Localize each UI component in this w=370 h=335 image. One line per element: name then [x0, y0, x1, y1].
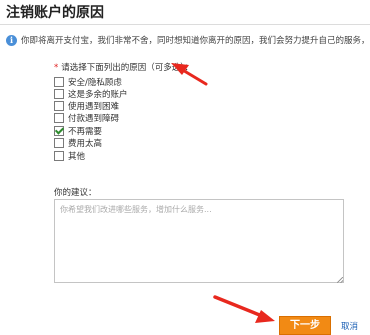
required-asterisk: * [54, 63, 59, 73]
checkbox[interactable] [54, 138, 64, 148]
reason-option-security[interactable]: 安全/隐私顾虑 [54, 76, 122, 88]
checkbox[interactable] [54, 89, 64, 99]
reason-option-payment-obstacle[interactable]: 付款遇到障碍 [54, 112, 119, 124]
suggestion-label: 你的建议： [54, 188, 97, 198]
cancel-link[interactable]: 取消 [341, 320, 358, 332]
checkbox[interactable] [54, 151, 64, 161]
info-icon: i [6, 35, 17, 46]
next-step-button[interactable]: 下一步 [279, 316, 331, 335]
reason-label: 付款遇到障碍 [68, 114, 120, 124]
notice-text: 你即将离开支付宝，我们非常不舍，同时想知道你离开的原因，我们会努力提升自己的服务… [21, 36, 367, 46]
reason-option-no-longer-needed[interactable]: 不再需要 [54, 125, 102, 137]
reason-option-fees-too-high[interactable]: 费用太高 [54, 137, 102, 149]
reasons-prompt-row: * 请选择下面列出的原因（可多选）： [54, 61, 193, 73]
reasons-prompt: 请选择下面列出的原因（可多选）： [61, 63, 194, 73]
checkbox[interactable] [54, 113, 64, 123]
reason-label: 安全/隐私顾虑 [68, 78, 122, 88]
reason-option-other[interactable]: 其他 [54, 150, 85, 162]
resize-grip-icon[interactable] [337, 277, 343, 283]
reason-option-difficulty[interactable]: 使用遇到困难 [54, 100, 119, 112]
page-title: 注销账户的原因 [6, 5, 104, 21]
reason-label: 这是多余的账户 [68, 90, 128, 100]
reason-label: 不再需要 [68, 127, 103, 137]
suggestion-textarea[interactable] [54, 199, 344, 283]
checkbox[interactable] [54, 77, 64, 87]
annotation-arrow-to-next-button [213, 295, 275, 323]
reason-label: 其他 [68, 152, 86, 162]
checkbox[interactable] [54, 101, 64, 111]
title-divider [0, 24, 370, 25]
checkmark-icon[interactable] [54, 126, 64, 136]
annotation-arrows [171, 63, 275, 323]
reason-label: 费用太高 [68, 139, 103, 149]
reason-option-extra-account[interactable]: 这是多余的账户 [54, 88, 128, 100]
reason-label: 使用遇到困难 [68, 102, 120, 112]
